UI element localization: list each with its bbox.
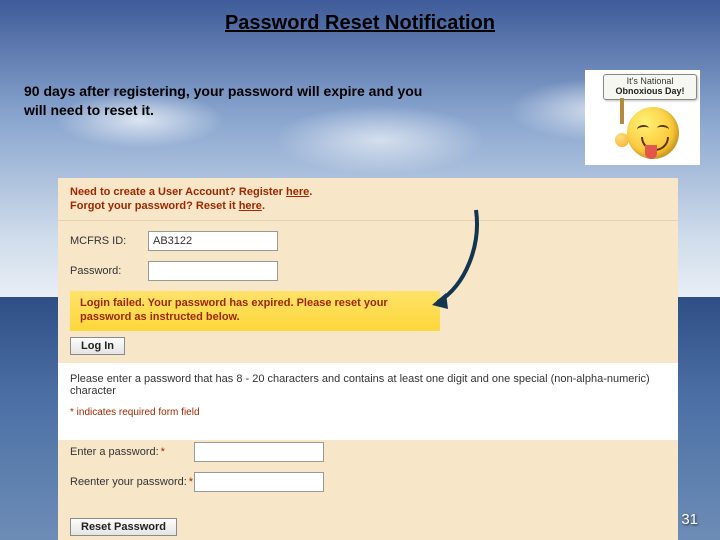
- login-button[interactable]: Log In: [70, 337, 125, 355]
- id-row: MCFRS ID:: [70, 231, 666, 251]
- eye-right-icon: [657, 124, 670, 133]
- tongue-icon: [645, 145, 657, 159]
- slide: Password Reset Notification 90 days afte…: [0, 0, 720, 540]
- password-input[interactable]: [148, 261, 278, 281]
- mcfrs-id-input[interactable]: [148, 231, 278, 251]
- forgot-text: Forgot your password? Reset it: [70, 200, 239, 212]
- page-number: 31: [681, 511, 698, 528]
- eye-left-icon: [637, 124, 650, 133]
- reenter-pw-row: Reenter your password:*: [70, 472, 666, 492]
- intro-text: 90 days after registering, your password…: [24, 82, 444, 120]
- pw-label: Password:: [70, 265, 148, 277]
- error-banner: Login failed. Your password has expired.…: [70, 291, 440, 331]
- smiley-face-icon: [627, 107, 679, 159]
- id-label: MCFRS ID:: [70, 235, 148, 247]
- sign-line2: Obnoxious Day!: [606, 87, 694, 97]
- reenter-pw-label: Reenter your password:*: [70, 476, 194, 488]
- reset-password-button[interactable]: Reset Password: [70, 518, 177, 536]
- password-rules-text: Please enter a password that has 8 - 20 …: [70, 373, 666, 397]
- reset-button-row: Reset Password: [58, 516, 678, 540]
- help-links-box: Need to create a User Account? Register …: [58, 178, 678, 221]
- register-line: Need to create a User Account? Register …: [70, 186, 666, 198]
- slide-title: Password Reset Notification: [0, 12, 720, 35]
- new-password-input[interactable]: [194, 442, 324, 462]
- enter-pw-row: Enter a password:*: [70, 442, 666, 462]
- forgot-line: Forgot your password? Reset it here.: [70, 200, 666, 212]
- login-screenshot: Need to create a User Account? Register …: [58, 178, 678, 496]
- required-note: * indicates required form field: [70, 407, 666, 418]
- password-rules-box: Please enter a password that has 8 - 20 …: [58, 363, 678, 440]
- pw-row: Password:: [70, 261, 666, 281]
- forgot-link[interactable]: here: [239, 200, 262, 212]
- required-star: *: [161, 446, 165, 458]
- smiley-sign: It's National Obnoxious Day!: [603, 74, 697, 100]
- reset-fields: Enter a password:* Reenter your password…: [58, 440, 678, 516]
- required-star: *: [189, 476, 193, 488]
- confirm-password-input[interactable]: [194, 472, 324, 492]
- sign-post: [620, 98, 624, 124]
- register-text: Need to create a User Account? Register: [70, 186, 286, 198]
- smiley-image: It's National Obnoxious Day!: [585, 70, 700, 165]
- register-link[interactable]: here: [286, 186, 309, 198]
- enter-pw-label: Enter a password:*: [70, 446, 194, 458]
- login-fields: MCFRS ID: Password: Login failed. Your p…: [58, 221, 678, 363]
